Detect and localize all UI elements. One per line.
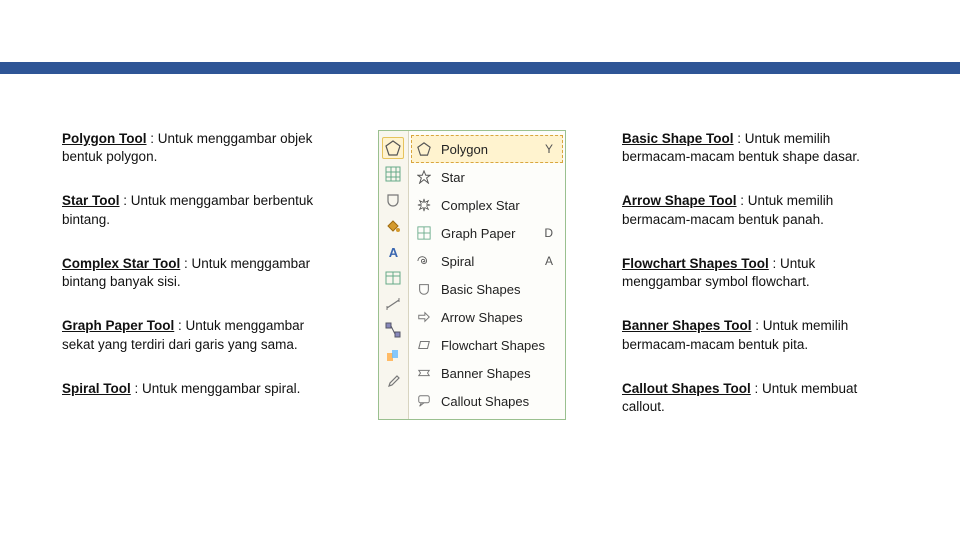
connector-icon [385,322,401,338]
table-tool-button[interactable] [382,267,404,289]
basic-shapes-icon [385,192,401,208]
callout-shapes-icon [415,392,433,410]
graph-paper-tool-button[interactable] [382,163,404,185]
left-descriptions: Polygon Tool : Untuk menggambar objek be… [62,130,322,442]
desc-title: Flowchart Shapes Tool [622,256,769,271]
right-descriptions: Basic Shape Tool : Untuk memilih bermaca… [622,130,872,442]
slide-content: Polygon Tool : Untuk menggambar objek be… [62,130,920,442]
effects-tool-button[interactable] [382,345,404,367]
flyout-shortcut: D [544,226,557,240]
flyout-label: Graph Paper [441,226,536,241]
flowchart-shapes-icon [415,336,433,354]
desc-graph-paper: Graph Paper Tool : Untuk menggambar seka… [62,317,322,353]
spiral-icon [415,252,433,270]
flyout-label: Complex Star [441,198,545,213]
flyout-item-flowchart-shapes[interactable]: Flowchart Shapes [411,331,563,359]
graph-paper-icon [385,166,401,182]
bucket-icon [385,218,401,234]
desc-flowchart-shape: Flowchart Shapes Tool : Untuk menggambar… [622,255,872,291]
smart-fill-tool-button[interactable] [382,215,404,237]
flyout-item-callout-shapes[interactable]: Callout Shapes [411,387,563,415]
flyout-item-spiral[interactable]: Spiral A [411,247,563,275]
arrow-shapes-icon [415,308,433,326]
desc-title: Graph Paper Tool [62,318,174,333]
blend-icon [385,348,401,364]
desc-banner-shape: Banner Shapes Tool : Untuk memilih berma… [622,317,872,353]
banner-shapes-icon [415,364,433,382]
flyout-item-complex-star[interactable]: Complex Star [411,191,563,219]
flyout-label: Banner Shapes [441,366,545,381]
dimension-tool-button[interactable] [382,293,404,315]
basic-shapes-icon [415,280,433,298]
desc-body: : Untuk menggambar spiral. [131,381,301,396]
flyout-label: Spiral [441,254,537,269]
flyout-label: Callout Shapes [441,394,545,409]
text-tool-button[interactable]: A [382,241,404,263]
desc-title: Spiral Tool [62,381,131,396]
desc-complex-star: Complex Star Tool : Untuk menggambar bin… [62,255,322,291]
flyout-item-arrow-shapes[interactable]: Arrow Shapes [411,303,563,331]
desc-title: Arrow Shape Tool [622,193,737,208]
desc-callout-shape: Callout Shapes Tool : Untuk membuat call… [622,380,872,416]
polygon-tool-button[interactable] [382,137,404,159]
slide-accent-bar [0,62,960,74]
desc-title: Complex Star Tool [62,256,180,271]
desc-title: Callout Shapes Tool [622,381,751,396]
text-icon: A [389,245,398,260]
eyedropper-tool-button[interactable] [382,371,404,393]
star-icon [415,168,433,186]
polygon-icon [385,140,401,156]
tool-flyout-panel: A [378,130,566,420]
flyout-label: Basic Shapes [441,282,545,297]
polygon-icon [415,140,433,158]
desc-star: Star Tool : Untuk menggambar berbentuk b… [62,192,322,228]
tool-strip: A [379,131,409,419]
flyout-list: Polygon Y Star Complex Star Graph Paper … [409,131,565,419]
desc-spiral: Spiral Tool : Untuk menggambar spiral. [62,380,322,398]
flyout-label: Flowchart Shapes [441,338,545,353]
connector-tool-button[interactable] [382,319,404,341]
desc-title: Banner Shapes Tool [622,318,752,333]
toolbox-screenshot: A [352,130,592,442]
flyout-label: Arrow Shapes [441,310,545,325]
desc-title: Polygon Tool [62,131,147,146]
flyout-item-banner-shapes[interactable]: Banner Shapes [411,359,563,387]
desc-polygon: Polygon Tool : Untuk menggambar objek be… [62,130,322,166]
dimension-icon [385,296,401,312]
complex-star-icon [415,196,433,214]
flyout-item-basic-shapes[interactable]: Basic Shapes [411,275,563,303]
desc-title: Star Tool [62,193,120,208]
flyout-shortcut: A [545,254,557,268]
desc-title: Basic Shape Tool [622,131,734,146]
flyout-label: Polygon [441,142,537,157]
flyout-item-graph-paper[interactable]: Graph Paper D [411,219,563,247]
desc-basic-shape: Basic Shape Tool : Untuk memilih bermaca… [622,130,872,166]
desc-arrow-shape: Arrow Shape Tool : Untuk memilih bermaca… [622,192,872,228]
flyout-item-polygon[interactable]: Polygon Y [411,135,563,163]
eyedropper-icon [385,374,401,390]
flyout-shortcut: Y [545,142,557,156]
flyout-item-star[interactable]: Star [411,163,563,191]
basic-shapes-tool-button[interactable] [382,189,404,211]
table-icon [385,270,401,286]
graph-paper-icon [415,224,433,242]
flyout-label: Star [441,170,545,185]
